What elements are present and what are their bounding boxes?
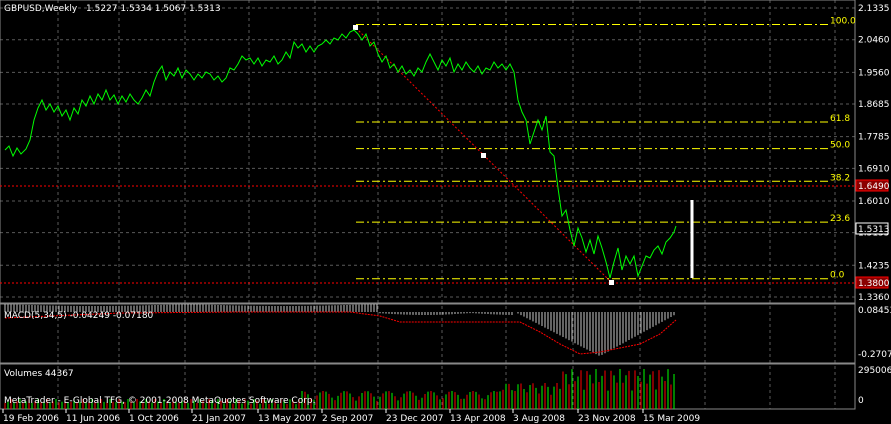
price-tick-label: 1.6910 xyxy=(858,164,890,174)
symbol-label: GBPUSD,Weekly xyxy=(4,4,78,14)
price-tick-label: 2.1335 xyxy=(858,4,890,14)
price-tick-label: 1.7785 xyxy=(858,133,890,143)
fibo-anchor-top[interactable] xyxy=(353,25,358,30)
volumes-label: Volumes 44367 xyxy=(4,369,74,379)
time-tick-label: 13 May 2007 xyxy=(258,414,317,424)
fibo-anchor-bottom[interactable] xyxy=(609,280,614,285)
macd-tick-top: 0.08453 xyxy=(858,306,891,316)
fib-level-label: 23.6 xyxy=(830,214,850,224)
fib-level-label: 50.0 xyxy=(830,141,850,151)
macd-label: MACD(5,34,5) -0.04249 -0.07180 xyxy=(4,311,154,321)
price-tick-label: 1.8685 xyxy=(858,100,890,110)
time-tick-label: 23 Nov 2008 xyxy=(578,414,636,424)
fib-level-label: 0.0 xyxy=(830,271,845,281)
hline-lower-label: 1.3800 xyxy=(858,279,890,289)
price-chart-window[interactable]: 100.0 61.8 50.0 38.2 23.6 0.0 2.1335 2.0460 1.9… xyxy=(0,0,891,424)
time-tick-label: 23 Dec 2007 xyxy=(386,414,444,424)
time-tick-label: 2 Sep 2007 xyxy=(322,414,373,424)
fib-level-label: 100.0 xyxy=(830,16,856,26)
chart-background xyxy=(0,0,891,424)
time-tick-label: 15 Mar 2009 xyxy=(643,414,700,424)
time-tick-label: 1 Oct 2006 xyxy=(129,414,179,424)
fibo-anchor-mid[interactable] xyxy=(481,153,486,158)
volume-tick-top: 295006 xyxy=(858,366,891,376)
price-tick-label: 2.0460 xyxy=(858,36,890,46)
current-price-label: 1.5313 xyxy=(858,225,890,235)
price-tick-label: 1.6010 xyxy=(858,197,890,207)
time-tick-label: 3 Aug 2008 xyxy=(513,414,565,424)
price-tick-label: 1.9560 xyxy=(858,68,890,78)
time-tick-label: 19 Feb 2006 xyxy=(3,414,59,424)
time-tick-label: 11 Jun 2006 xyxy=(66,414,120,424)
volume-tick-bottom: 0 xyxy=(858,396,864,406)
time-tick-label: 13 Apr 2008 xyxy=(450,414,506,424)
time-tick-label: 21 Jan 2007 xyxy=(192,414,246,424)
macd-tick-bottom: -0.27077 xyxy=(858,350,891,360)
copyright-text: MetaTrader - E-Global TFG, © 2001-2008 M… xyxy=(4,396,316,406)
ohlc-values: 1.5227 1.5334 1.5067 1.5313 xyxy=(86,4,221,14)
fib-level-label: 61.8 xyxy=(830,114,850,124)
price-tick-label: 1.4235 xyxy=(858,261,890,271)
price-tick-label: 1.3360 xyxy=(858,293,890,303)
hline-upper-label: 1.6490 xyxy=(858,182,890,192)
fib-level-label: 38.2 xyxy=(830,173,850,183)
